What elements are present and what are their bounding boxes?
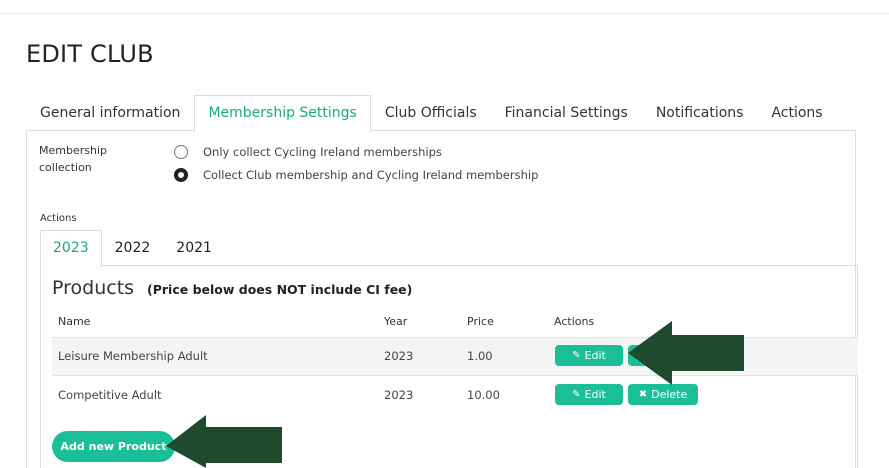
edit-button[interactable]: ✎ Edit [555,345,623,366]
column-header-name: Name [58,315,91,328]
edit-icon: ✎ [572,389,581,400]
delete-button[interactable]: ✖ Delete [628,384,698,405]
tab-notifications[interactable]: Notifications [642,95,758,131]
products-price-note: (Price below does NOT include CI fee) [147,282,413,297]
delete-button-label: Delete [651,388,688,401]
tab-club-officials[interactable]: Club Officials [371,95,491,131]
column-header-actions: Actions [554,315,595,328]
arrow-left-icon [628,321,744,385]
tab-year-2023[interactable]: 2023 [40,230,102,267]
delete-icon: ✖ [638,389,648,400]
membership-collection-label: Membership collection [39,144,107,174]
product-name: Leisure Membership Adult [58,349,208,363]
product-price: 10.00 [467,388,500,402]
settings-tabs: General information Membership Settings … [26,95,837,132]
radio-option-label: Collect Club membership and Cycling Irel… [203,168,539,182]
product-price: 1.00 [467,349,493,363]
top-divider [0,13,889,14]
edit-button-label: Edit [584,349,606,362]
product-year: 2023 [384,388,414,402]
column-header-price: Price [467,315,494,328]
product-year: 2023 [384,349,414,363]
edit-button-label: Edit [584,388,606,401]
edit-button[interactable]: ✎ Edit [555,384,623,405]
tab-financial-settings[interactable]: Financial Settings [491,95,642,131]
arrow-left-icon [166,415,282,468]
page-title: EDIT CLUB [26,40,154,68]
tab-membership-settings[interactable]: Membership Settings [194,95,371,132]
radio-checked[interactable] [174,168,188,182]
radio-option-label: Only collect Cycling Ireland memberships [203,145,442,159]
products-heading: Products [52,277,135,299]
radio-unchecked[interactable] [174,145,188,159]
year-tabs: 2023 2022 2021 [40,230,225,267]
column-header-year: Year [384,315,408,328]
tab-actions[interactable]: Actions [757,95,836,131]
add-new-product-button[interactable]: Add new Product [52,431,175,462]
tab-general-information[interactable]: General information [26,95,194,131]
radio-option-club-and-ci[interactable]: Collect Club membership and Cycling Irel… [174,168,538,182]
product-name: Competitive Adult [58,388,162,402]
edit-icon: ✎ [572,350,581,361]
tab-year-2021[interactable]: 2021 [163,230,225,266]
actions-section-label: Actions [40,213,77,224]
radio-option-ci-only[interactable]: Only collect Cycling Ireland memberships [174,145,442,159]
tab-year-2022[interactable]: 2022 [102,230,164,266]
